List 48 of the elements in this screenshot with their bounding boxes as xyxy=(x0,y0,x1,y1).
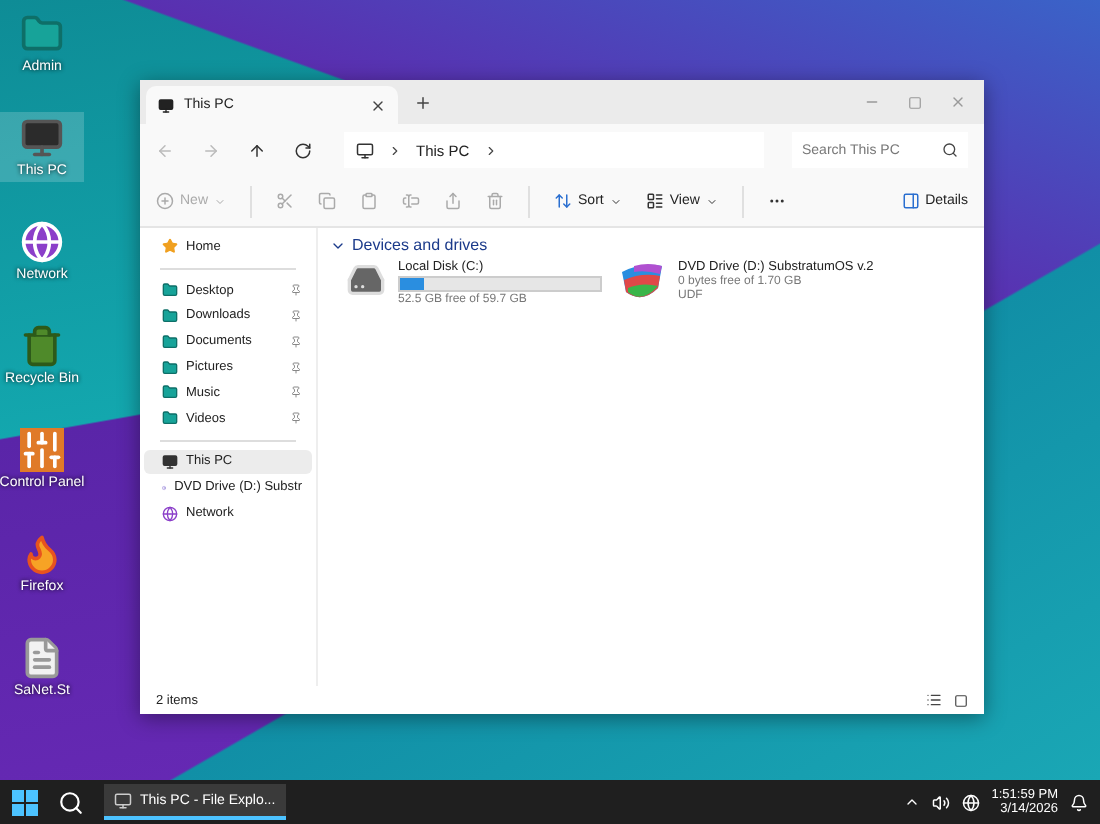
folder-icon xyxy=(162,410,178,427)
section-header[interactable]: Devices and drives xyxy=(330,236,972,254)
panel-icon xyxy=(901,192,920,210)
monitor-icon xyxy=(20,116,64,160)
up-icon[interactable] xyxy=(248,141,266,159)
sliders-icon xyxy=(20,428,64,472)
caret-icon xyxy=(214,195,227,207)
new-tab-icon[interactable] xyxy=(414,93,432,111)
chevron-icon xyxy=(388,143,402,157)
caret-icon xyxy=(705,195,718,207)
star-icon xyxy=(162,238,178,255)
scissors-icon xyxy=(276,192,295,210)
folder-icon xyxy=(162,282,178,299)
hard-drive-icon xyxy=(346,260,386,300)
monitor-icon xyxy=(114,791,132,809)
monitor-icon xyxy=(158,97,174,113)
file-icon xyxy=(20,636,64,680)
caret-icon xyxy=(609,195,622,207)
start-icon[interactable] xyxy=(12,789,38,815)
network-icon[interactable] xyxy=(961,793,980,811)
sort-icon xyxy=(554,192,573,210)
trash-icon xyxy=(486,192,505,210)
refresh-icon[interactable] xyxy=(294,141,312,159)
plus-icon xyxy=(156,192,174,210)
folder-icon xyxy=(20,12,64,56)
volume-icon[interactable] xyxy=(931,793,950,811)
view-icon xyxy=(645,192,664,210)
list-view-icon[interactable] xyxy=(926,692,942,708)
close-icon[interactable] xyxy=(370,97,386,113)
folder-icon xyxy=(162,384,178,401)
copy-icon xyxy=(318,192,337,210)
chevron-icon[interactable] xyxy=(903,794,920,810)
folder-icon xyxy=(162,333,178,350)
tile-view-icon[interactable] xyxy=(954,693,968,707)
bell-icon[interactable] xyxy=(1070,793,1088,811)
share-icon xyxy=(444,192,463,210)
chevron-icon xyxy=(483,143,498,157)
globe-icon xyxy=(20,220,64,264)
monitor-icon xyxy=(162,453,178,470)
folder-icon xyxy=(162,307,178,324)
search-icon xyxy=(942,142,958,158)
globe-icon xyxy=(162,505,178,522)
trash-icon xyxy=(20,324,64,368)
search-icon[interactable] xyxy=(58,789,84,815)
folder-icon xyxy=(162,359,178,376)
clipboard-icon xyxy=(360,192,379,210)
monitor-icon xyxy=(356,141,374,159)
rename-icon xyxy=(402,192,421,210)
